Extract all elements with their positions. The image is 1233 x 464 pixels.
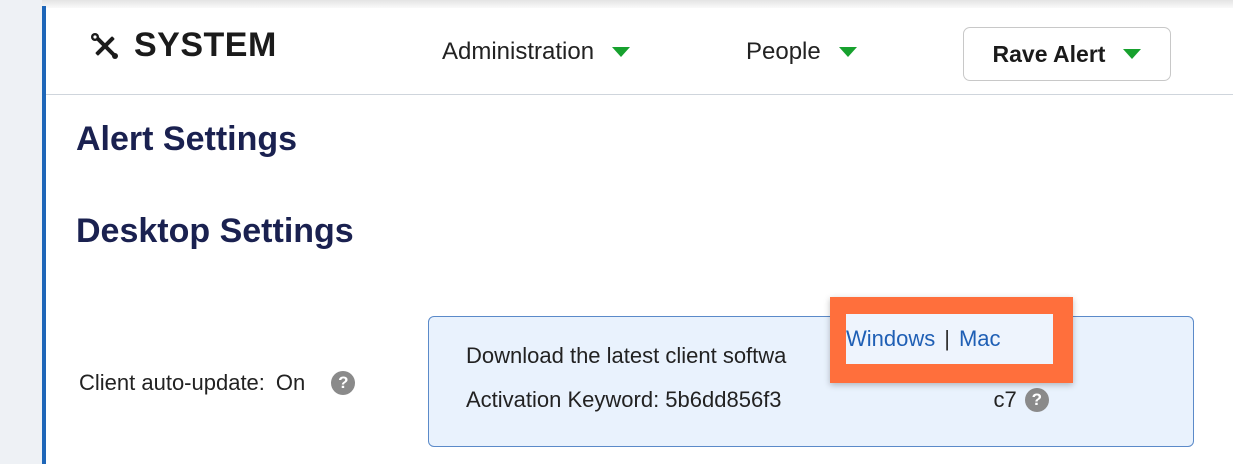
- download-links: Windows | Mac: [846, 314, 1053, 364]
- highlight-callout: Windows | Mac: [830, 297, 1073, 383]
- client-auto-update-value: On: [275, 370, 306, 395]
- tools-icon: [91, 32, 118, 59]
- page-title-alert-settings: Alert Settings: [76, 120, 298, 158]
- chevron-down-icon: [838, 47, 857, 57]
- download-info-box: Download the latest client softwa Activa…: [428, 316, 1194, 447]
- link-separator: |: [944, 326, 950, 351]
- top-navbar: SYSTEM Administration People Rave Alert: [46, 8, 1233, 95]
- rave-alert-button[interactable]: Rave Alert: [963, 27, 1171, 81]
- rave-alert-label: Rave Alert: [992, 40, 1106, 67]
- nav-people-label: People: [746, 38, 821, 65]
- question-circle-icon[interactable]: ?: [331, 371, 356, 395]
- nav-people[interactable]: People: [746, 38, 857, 66]
- brand-title: SYSTEM: [134, 26, 277, 64]
- brand[interactable]: SYSTEM: [90, 26, 277, 65]
- activation-keyword-row: Activation Keyword: 5b6dd856f3 c7 ?: [466, 387, 1049, 413]
- download-text: Download the latest client softwa: [466, 343, 787, 368]
- mac-download-link[interactable]: Mac: [959, 326, 1001, 352]
- question-circle-icon[interactable]: ?: [1024, 388, 1049, 412]
- windows-download-link[interactable]: Windows: [846, 326, 935, 352]
- nav-administration[interactable]: Administration: [442, 38, 631, 66]
- client-auto-update-row: Client auto-update: On ?: [79, 370, 356, 396]
- activation-keyword-tail: c7: [993, 387, 1017, 412]
- activation-keyword-text: Activation Keyword: 5b6dd856f3: [466, 387, 782, 412]
- chevron-down-icon: [612, 47, 631, 57]
- client-auto-update-label: Client auto-update:: [79, 370, 265, 395]
- main-content: SYSTEM Administration People Rave Alert …: [46, 8, 1233, 464]
- section-title-desktop-settings: Desktop Settings: [76, 212, 354, 250]
- left-gutter: [0, 0, 42, 464]
- chevron-down-icon: [1123, 49, 1142, 59]
- nav-administration-label: Administration: [442, 38, 595, 65]
